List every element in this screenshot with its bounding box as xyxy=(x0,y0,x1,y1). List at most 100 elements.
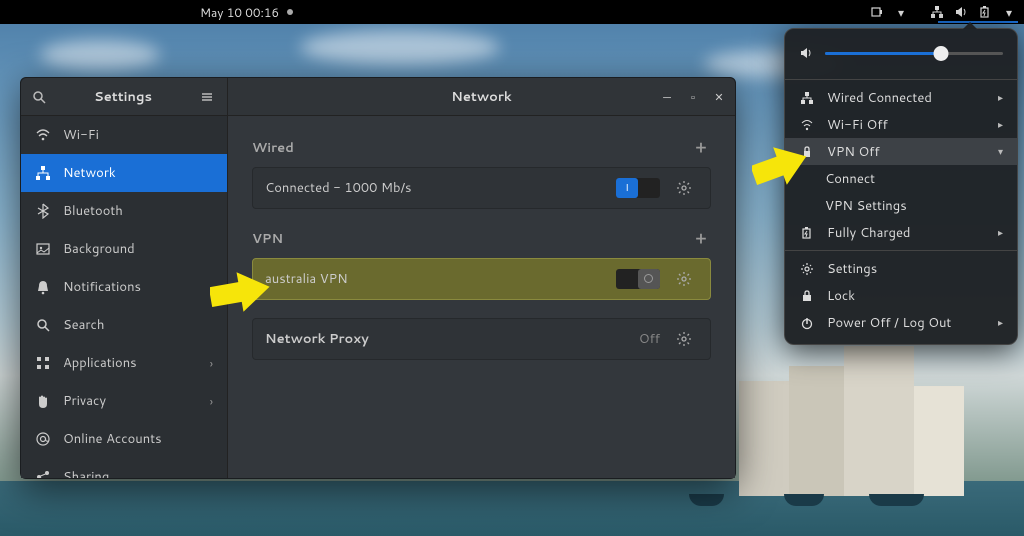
power-tray-icon xyxy=(978,5,992,19)
vpn-settings-button[interactable] xyxy=(670,265,698,293)
lock-icon xyxy=(799,288,815,304)
sidebar-label: Applications xyxy=(63,354,137,372)
battery-icon xyxy=(870,5,884,19)
wired-connection-row[interactable]: Connected - 1000 Mb/s I xyxy=(252,167,711,209)
wifi-icon xyxy=(799,117,815,133)
system-tray[interactable]: ▾ ▾ xyxy=(870,5,1016,19)
menu-label: VPN Settings xyxy=(825,197,907,215)
sidebar-title: Settings xyxy=(57,88,189,106)
proxy-label: Network Proxy xyxy=(265,330,369,348)
maximize-button[interactable]: ▫ xyxy=(683,87,703,107)
close-button[interactable]: ✕ xyxy=(709,87,729,107)
menu-item-wifi[interactable]: Wi-Fi Off ▸ xyxy=(785,111,1017,138)
at-icon xyxy=(35,431,51,447)
menu-label: Settings xyxy=(827,260,877,278)
share-icon xyxy=(35,469,51,478)
settings-main-panel: Wired+ Connected - 1000 Mb/s I VPN+ aust… xyxy=(228,116,735,478)
background-icon xyxy=(35,241,51,257)
sidebar-item-background[interactable]: Background xyxy=(21,230,227,268)
clock[interactable]: May 10 00:16 xyxy=(200,4,293,21)
menu-item-battery[interactable]: Fully Charged ▸ xyxy=(785,219,1017,246)
menu-label: Lock xyxy=(827,287,855,305)
network-proxy-row[interactable]: Network Proxy Off xyxy=(252,318,711,360)
notification-dot-icon xyxy=(287,9,293,15)
menu-item-lock[interactable]: Lock xyxy=(785,282,1017,309)
sidebar-label: Wi-Fi xyxy=(63,126,99,144)
add-vpn-button[interactable]: + xyxy=(691,227,711,250)
sidebar-item-privacy[interactable]: Privacy› xyxy=(21,382,227,420)
add-wired-button[interactable]: + xyxy=(691,136,711,159)
menu-label: Wi-Fi Off xyxy=(827,116,888,134)
menu-item-vpn-connect[interactable]: Connect xyxy=(785,165,1017,192)
sidebar-item-network[interactable]: Network xyxy=(21,154,227,192)
hand-icon xyxy=(35,393,51,409)
proxy-status-label: Off xyxy=(639,330,660,348)
vpn-name-label: australia VPN xyxy=(265,270,348,288)
wired-settings-button[interactable] xyxy=(670,174,698,202)
sidebar-label: Online Accounts xyxy=(63,430,162,448)
caret-down-icon: ▾ xyxy=(894,5,908,19)
volume-icon xyxy=(799,45,815,61)
network-icon xyxy=(930,5,944,19)
power-icon xyxy=(799,315,815,331)
tray-active-indicator xyxy=(938,21,1018,23)
settings-window: Settings Network ─ ▫ ✕ Wi-Fi Network Blu… xyxy=(20,77,736,479)
menu-separator xyxy=(785,79,1017,80)
search-icon xyxy=(35,317,51,333)
sidebar-item-wifi[interactable]: Wi-Fi xyxy=(21,116,227,154)
datetime-label: May 10 00:16 xyxy=(200,4,279,21)
chevron-right-icon: › xyxy=(210,393,213,410)
system-menu: Wired Connected ▸ Wi-Fi Off ▸ VPN Off▾ Con… xyxy=(784,28,1018,345)
sidebar-label: Sharing xyxy=(63,468,109,478)
wired-icon xyxy=(799,90,815,106)
top-bar: May 10 00:16 ▾ ▾ xyxy=(0,0,1024,24)
proxy-settings-button[interactable] xyxy=(670,325,698,353)
sidebar-item-search[interactable]: Search xyxy=(21,306,227,344)
apps-icon xyxy=(35,355,51,371)
network-icon xyxy=(35,165,51,181)
gear-icon xyxy=(799,261,815,277)
sidebar-label: Background xyxy=(63,240,135,258)
volume-icon xyxy=(954,5,968,19)
bluetooth-icon xyxy=(35,203,51,219)
chevron-right-icon: ▸ xyxy=(998,118,1003,132)
menu-label: Wired Connected xyxy=(827,89,932,107)
sidebar-item-notifications[interactable]: Notifications xyxy=(21,268,227,306)
sidebar-item-online-accounts[interactable]: Online Accounts xyxy=(21,420,227,458)
menu-label: Power Off / Log Out xyxy=(827,314,951,332)
chevron-right-icon: ▸ xyxy=(998,226,1003,240)
wired-toggle[interactable]: I xyxy=(616,178,660,198)
bell-icon xyxy=(35,279,51,295)
minimize-button[interactable]: ─ xyxy=(657,87,677,107)
sidebar-item-applications[interactable]: Applications › xyxy=(21,344,227,382)
sidebar-item-bluetooth[interactable]: Bluetooth xyxy=(21,192,227,230)
search-button[interactable] xyxy=(25,83,53,111)
battery-icon xyxy=(799,225,815,241)
menu-label: Connect xyxy=(825,170,875,188)
menu-item-vpn-settings[interactable]: VPN Settings xyxy=(785,192,1017,219)
sidebar-label: Notifications xyxy=(63,278,141,296)
chevron-right-icon: ▸ xyxy=(998,316,1003,330)
sidebar-label: Bluetooth xyxy=(63,202,123,220)
menu-separator xyxy=(785,250,1017,251)
menu-item-settings[interactable]: Settings xyxy=(785,255,1017,282)
menu-label: VPN Off xyxy=(827,143,880,161)
window-titlebar[interactable]: Settings Network ─ ▫ ✕ xyxy=(21,78,735,116)
menu-item-wired[interactable]: Wired Connected ▸ xyxy=(785,84,1017,111)
menu-item-vpn[interactable]: VPN Off▾ xyxy=(785,138,1017,165)
wifi-icon xyxy=(35,127,51,143)
chevron-right-icon: › xyxy=(210,355,213,372)
vpn-toggle[interactable] xyxy=(616,269,660,289)
wired-section-header: Wired+ xyxy=(252,136,711,159)
menu-item-power[interactable]: Power Off / Log Out ▸ xyxy=(785,309,1017,336)
vpn-section-header: VPN+ xyxy=(252,227,711,250)
hamburger-button[interactable] xyxy=(193,83,221,111)
sidebar-label: Search xyxy=(63,316,104,334)
settings-sidebar: Wi-Fi Network Bluetooth Background Notif… xyxy=(21,116,228,478)
sidebar-item-sharing[interactable]: Sharing xyxy=(21,458,227,478)
vpn-connection-row[interactable]: australia VPN xyxy=(252,258,711,300)
chevron-right-icon: ▸ xyxy=(998,91,1003,105)
volume-slider[interactable] xyxy=(825,52,1003,55)
caret-down-icon: ▾ xyxy=(1002,5,1016,19)
menu-label: Fully Charged xyxy=(827,224,910,242)
